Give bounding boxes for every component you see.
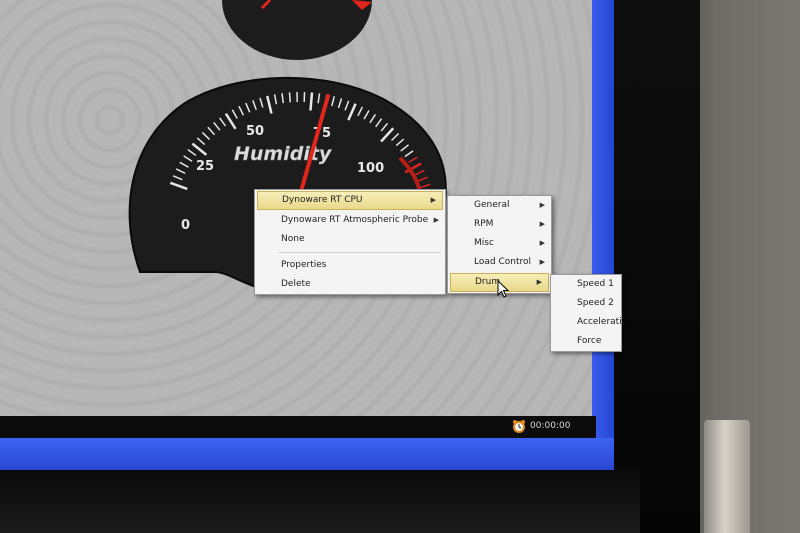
mouse-pointer-icon bbox=[497, 280, 510, 298]
submenu-drum: Speed 1 Speed 2 Acceleratio Force bbox=[550, 274, 622, 352]
submenu-item-speed-1[interactable]: Speed 1 bbox=[551, 275, 621, 294]
submenu-item-force[interactable]: Force bbox=[551, 332, 621, 351]
menu-item-label: Acceleratio bbox=[577, 317, 622, 327]
submenu-arrow-icon: ▶ bbox=[539, 220, 545, 228]
upper-gauge-face bbox=[222, 0, 372, 60]
submenu-arrow-icon: ▶ bbox=[536, 278, 542, 286]
monitor-bezel-bottom bbox=[0, 470, 640, 533]
menu-item-label: Force bbox=[577, 336, 602, 346]
menu-item-label: Speed 2 bbox=[577, 298, 614, 308]
menu-item-none[interactable]: None bbox=[255, 230, 445, 249]
submenu-arrow-icon: ▶ bbox=[433, 216, 439, 224]
menu-item-label: Dynoware RT Atmospheric Probe bbox=[281, 215, 429, 225]
submenu-item-rpm[interactable]: RPM ▶ bbox=[448, 215, 551, 234]
gauge-tick-label: 0 bbox=[181, 218, 190, 233]
menu-item-label: Dynoware RT CPU bbox=[282, 195, 363, 205]
menu-item-properties[interactable]: Properties bbox=[255, 256, 445, 275]
menu-item-dynoware-rt-cpu[interactable]: Dynoware RT CPU ▶ bbox=[257, 191, 443, 210]
gauge-tick bbox=[288, 92, 291, 103]
menu-item-label: None bbox=[281, 234, 305, 244]
menu-item-label: RPM bbox=[474, 219, 494, 229]
menu-item-label: Speed 1 bbox=[577, 279, 614, 289]
submenu-item-acceleration[interactable]: Acceleratio bbox=[551, 313, 621, 332]
alarm-clock-icon[interactable] bbox=[512, 419, 526, 433]
status-bar: 00:00:00 bbox=[0, 416, 596, 438]
menu-item-label: General bbox=[474, 200, 510, 210]
window-edge bbox=[592, 0, 614, 440]
submenu-item-speed-2[interactable]: Speed 2 bbox=[551, 294, 621, 313]
submenu-item-misc[interactable]: Misc ▶ bbox=[448, 234, 551, 253]
menu-item-label: Delete bbox=[281, 279, 311, 289]
context-menu: Dynoware RT CPU ▶ Dynoware RT Atmospheri… bbox=[254, 189, 446, 295]
timer-readout: 00:00:00 bbox=[530, 421, 571, 431]
menu-item-delete[interactable]: Delete bbox=[255, 275, 445, 294]
menu-separator bbox=[279, 252, 441, 253]
gauge-tick-label: 25 bbox=[196, 159, 214, 174]
menu-item-atmospheric-probe[interactable]: Dynoware RT Atmospheric Probe ▶ bbox=[255, 211, 445, 230]
submenu-arrow-icon: ▶ bbox=[539, 258, 545, 266]
gauge-tick bbox=[309, 92, 314, 111]
taskbar bbox=[0, 438, 614, 470]
submenu-arrow-icon: ▶ bbox=[539, 201, 545, 209]
submenu-item-general[interactable]: General ▶ bbox=[448, 196, 551, 215]
submenu-arrow-icon: ▶ bbox=[539, 239, 545, 247]
foreground-object bbox=[704, 420, 750, 533]
gauge-title: Humidity bbox=[234, 143, 333, 165]
menu-item-label: Properties bbox=[281, 260, 327, 270]
gauge-tick-label: 100 bbox=[357, 161, 384, 176]
submenu-item-load-control[interactable]: Load Control ▶ bbox=[448, 253, 551, 272]
menu-item-label: Misc bbox=[474, 238, 494, 248]
submenu-arrow-icon: ▶ bbox=[430, 196, 436, 204]
menu-item-label: Load Control bbox=[474, 257, 531, 267]
gauge-tick-label: 50 bbox=[246, 124, 264, 139]
